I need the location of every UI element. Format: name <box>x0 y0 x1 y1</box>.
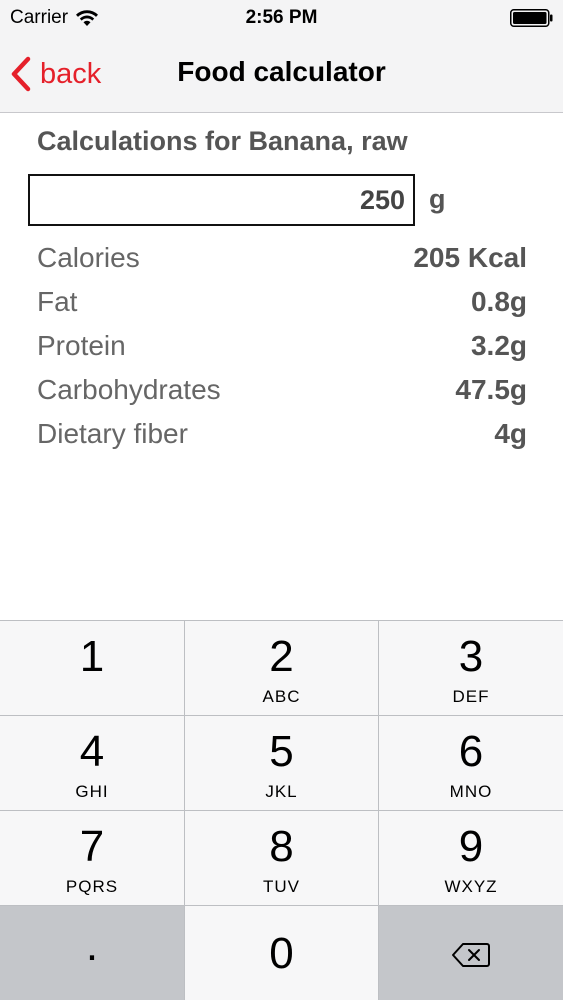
key-decimal-label: . <box>85 921 99 970</box>
nutrient-value: 4g <box>494 418 527 449</box>
nutrient-value: 205 Kcal <box>413 242 527 273</box>
nutrient-row-fat: Fat 0.8g <box>37 280 527 324</box>
top-bar: Carrier 2:56 PM back Food calculator <box>0 0 563 113</box>
key-letters: MNO <box>449 782 493 801</box>
amount-row: g <box>28 174 548 226</box>
key-digit: 2 <box>269 632 294 681</box>
key-7[interactable]: 7 PQRS <box>0 811 184 905</box>
status-time: 2:56 PM <box>245 7 318 28</box>
battery-icon <box>510 9 553 27</box>
nutrient-row-calories: Calories 205 Kcal <box>37 236 527 280</box>
nutrient-list: Calories 205 Kcal Fat 0.8g Protein 3.2g … <box>37 236 527 456</box>
key-letters: PQRS <box>65 877 119 896</box>
key-1[interactable]: 1 <box>0 621 184 715</box>
key-4[interactable]: 4 GHI <box>0 716 184 810</box>
navigation-bar: back Food calculator <box>0 36 563 113</box>
delete-button[interactable] <box>379 906 563 1000</box>
key-3[interactable]: 3 DEF <box>379 621 563 715</box>
backspace-icon <box>452 943 490 967</box>
key-9[interactable]: 9 WXYZ <box>379 811 563 905</box>
key-digit: 4 <box>79 727 105 776</box>
key-digit: 9 <box>458 822 484 871</box>
amount-input[interactable] <box>28 174 415 226</box>
key-letters: ABC <box>262 687 301 706</box>
key-letters: GHI <box>75 782 109 801</box>
nutrient-value: 0.8g <box>470 286 527 317</box>
key-digit: 3 <box>458 632 484 681</box>
key-digit: 5 <box>269 727 294 776</box>
key-6[interactable]: 6 MNO <box>379 716 563 810</box>
key-letters: TUV <box>263 877 300 896</box>
key-letters: JKL <box>265 782 298 801</box>
amount-unit: g <box>429 184 446 214</box>
nutrient-name: Calories <box>37 242 140 273</box>
key-letters: WXYZ <box>444 877 498 896</box>
key-digit: 7 <box>79 822 105 871</box>
nutrient-name: Dietary fiber <box>37 418 188 449</box>
nutrient-row-carbohydrates: Carbohydrates 47.5g <box>37 368 527 412</box>
key-digit: 0 <box>269 929 294 978</box>
key-0[interactable]: 0 <box>185 906 378 1000</box>
nutrient-row-protein: Protein 3.2g <box>37 324 527 368</box>
calculator-content: Calculations for Banana, raw g Calories … <box>0 114 563 620</box>
key-8[interactable]: 8 TUV <box>185 811 378 905</box>
numeric-keypad: 1 2 ABC 3 DEF 4 GHI 5 JKL 6 MNO 7 PQRS 8… <box>0 620 563 1000</box>
key-digit: 6 <box>458 727 484 776</box>
nutrient-value: 3.2g <box>470 330 527 361</box>
page-title: Food calculator <box>177 56 386 87</box>
nutrient-name: Protein <box>37 330 126 361</box>
nutrient-row-dietary-fiber: Dietary fiber 4g <box>37 412 527 456</box>
key-digit: 1 <box>79 632 105 681</box>
key-5[interactable]: 5 JKL <box>185 716 378 810</box>
key-letters: DEF <box>452 687 490 706</box>
food-heading: Calculations for Banana, raw <box>37 126 408 156</box>
status-bar: Carrier 2:56 PM <box>0 0 563 36</box>
key-2[interactable]: 2 ABC <box>185 621 378 715</box>
key-digit: 8 <box>269 822 294 871</box>
key-decimal[interactable]: . <box>0 906 184 1000</box>
nutrient-name: Fat <box>37 286 78 317</box>
nutrient-value: 47.5g <box>455 374 527 405</box>
nutrient-name: Carbohydrates <box>37 374 221 405</box>
